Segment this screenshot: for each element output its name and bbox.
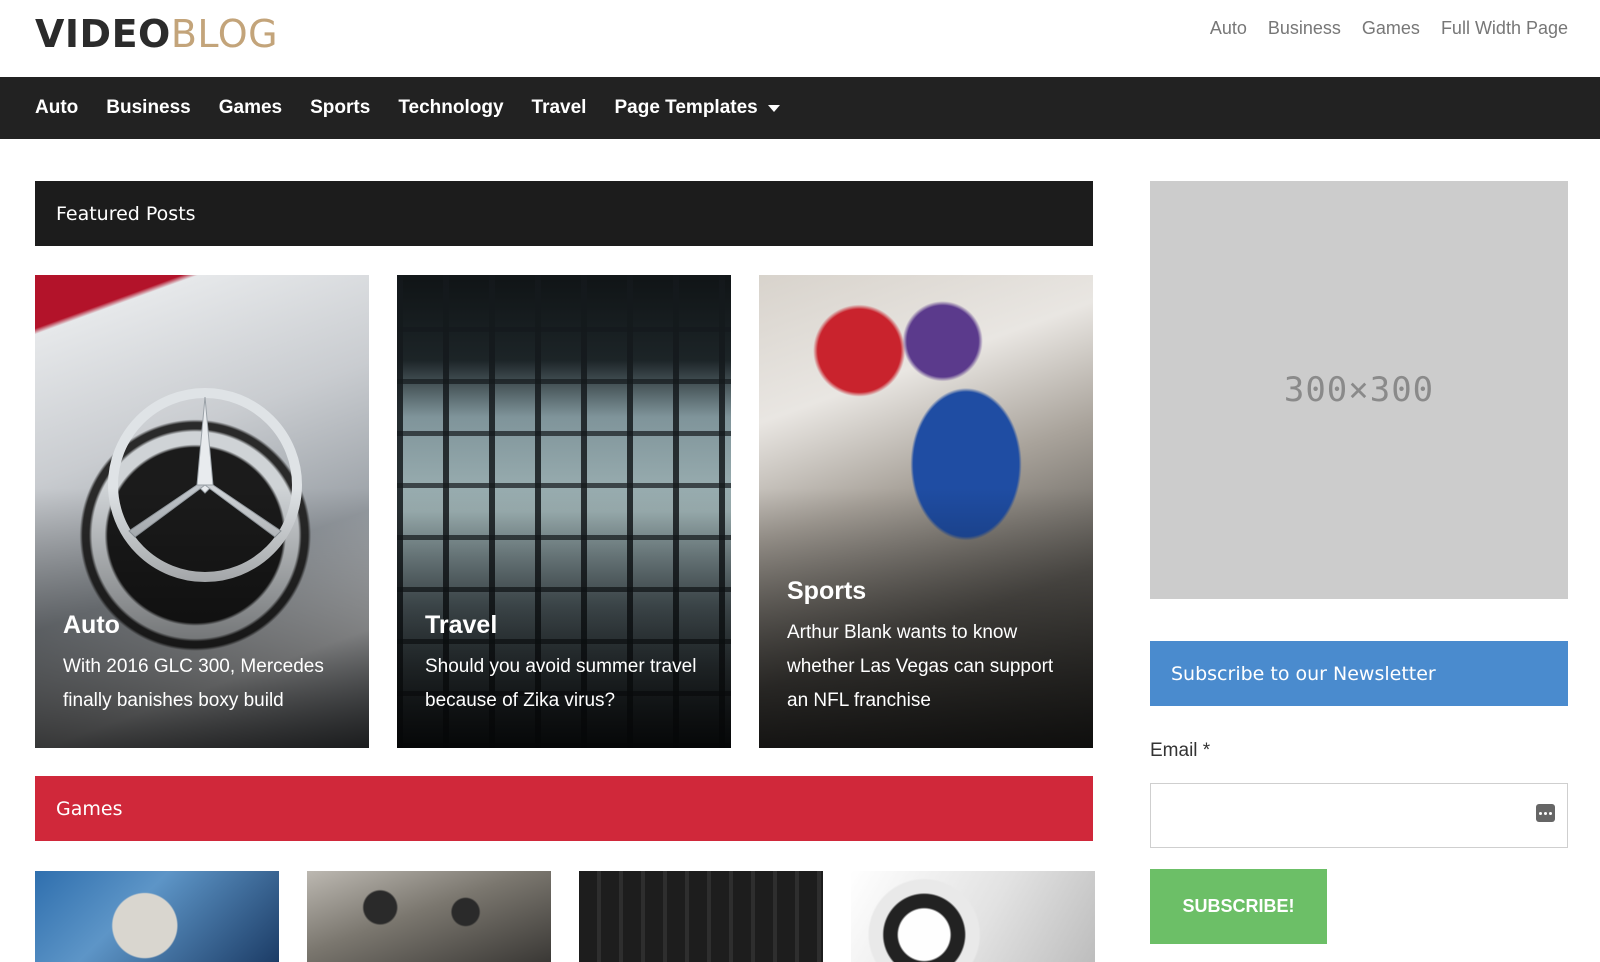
games-thumbnail-keyboard[interactable]	[579, 871, 823, 962]
card-category[interactable]: Sports	[787, 576, 1073, 606]
main-nav-item: Sports	[310, 97, 370, 119]
nav-item-sports[interactable]: Sports	[310, 97, 370, 119]
nav-item-page-templates[interactable]: Page Templates	[614, 97, 757, 119]
top-menu-item-games[interactable]: Games	[1362, 17, 1420, 39]
ad-size-label: 300×300	[1283, 370, 1435, 410]
card-text: Travel Should you avoid summer travel be…	[425, 610, 711, 718]
main-nav-list: Auto Business Games Sports Technology Tr…	[0, 77, 1600, 139]
nav-item-business[interactable]: Business	[106, 97, 190, 119]
card-title[interactable]: With 2016 GLC 300, Mercedes finally bani…	[63, 650, 349, 718]
logo-bold-text: VIDEO	[35, 12, 171, 56]
newsletter-heading: Subscribe to our Newsletter	[1171, 662, 1436, 685]
card-text: Auto With 2016 GLC 300, Mercedes finally…	[63, 610, 349, 718]
main-nav-item: Page Templates	[614, 97, 780, 119]
games-heading: Games	[56, 797, 123, 820]
top-menu-item-full-width-page[interactable]: Full Width Page	[1441, 17, 1568, 39]
chevron-down-icon[interactable]	[767, 104, 780, 112]
email-field[interactable]	[1150, 783, 1568, 848]
site-logo[interactable]: VIDEOBLOG	[35, 12, 278, 56]
featured-posts-heading-bar: Featured Posts	[35, 181, 1093, 246]
card-category[interactable]: Travel	[425, 610, 711, 640]
subscribe-button[interactable]: SUBSCRIBE!	[1150, 869, 1327, 944]
card-title[interactable]: Arthur Blank wants to know whether Las V…	[787, 616, 1073, 718]
card-text: Sports Arthur Blank wants to know whethe…	[787, 576, 1073, 718]
main-nav: Auto Business Games Sports Technology Tr…	[0, 77, 1600, 139]
games-heading-bar: Games	[35, 776, 1093, 841]
featured-posts-heading: Featured Posts	[56, 202, 196, 225]
card-title[interactable]: Should you avoid summer travel because o…	[425, 650, 711, 718]
games-thumbnail-astronaut[interactable]	[35, 871, 279, 962]
main-nav-item: Travel	[532, 97, 587, 119]
featured-card-auto[interactable]: Auto With 2016 GLC 300, Mercedes finally…	[35, 275, 369, 748]
main-nav-item: Auto	[35, 97, 78, 119]
email-label: Email *	[1150, 740, 1211, 761]
site-header: VIDEOBLOG Auto Business Games Full Width…	[0, 0, 1600, 77]
autofill-dots-icon[interactable]	[1536, 804, 1555, 822]
nav-item-auto[interactable]: Auto	[35, 97, 78, 119]
logo-light-text: BLOG	[170, 12, 279, 56]
card-category[interactable]: Auto	[63, 610, 349, 640]
newsletter-heading-bar: Subscribe to our Newsletter	[1150, 641, 1568, 706]
nav-item-games[interactable]: Games	[219, 97, 282, 119]
games-thumbnail-controller[interactable]	[307, 871, 551, 962]
featured-card-travel[interactable]: Travel Should you avoid summer travel be…	[397, 275, 731, 748]
main-nav-item: Business	[106, 97, 190, 119]
featured-card-sports[interactable]: Sports Arthur Blank wants to know whethe…	[759, 275, 1093, 748]
top-menu-item-auto[interactable]: Auto	[1210, 17, 1247, 39]
main-nav-item: Technology	[398, 97, 503, 119]
nav-item-travel[interactable]: Travel	[532, 97, 587, 119]
main-nav-item: Games	[219, 97, 282, 119]
ad-placeholder[interactable]: 300×300	[1150, 181, 1568, 599]
top-menu-item-business[interactable]: Business	[1268, 17, 1341, 39]
nav-item-technology[interactable]: Technology	[398, 97, 503, 119]
top-menu: Auto Business Games Full Width Page	[1210, 17, 1568, 39]
games-thumbnail-headphones[interactable]	[851, 871, 1095, 962]
